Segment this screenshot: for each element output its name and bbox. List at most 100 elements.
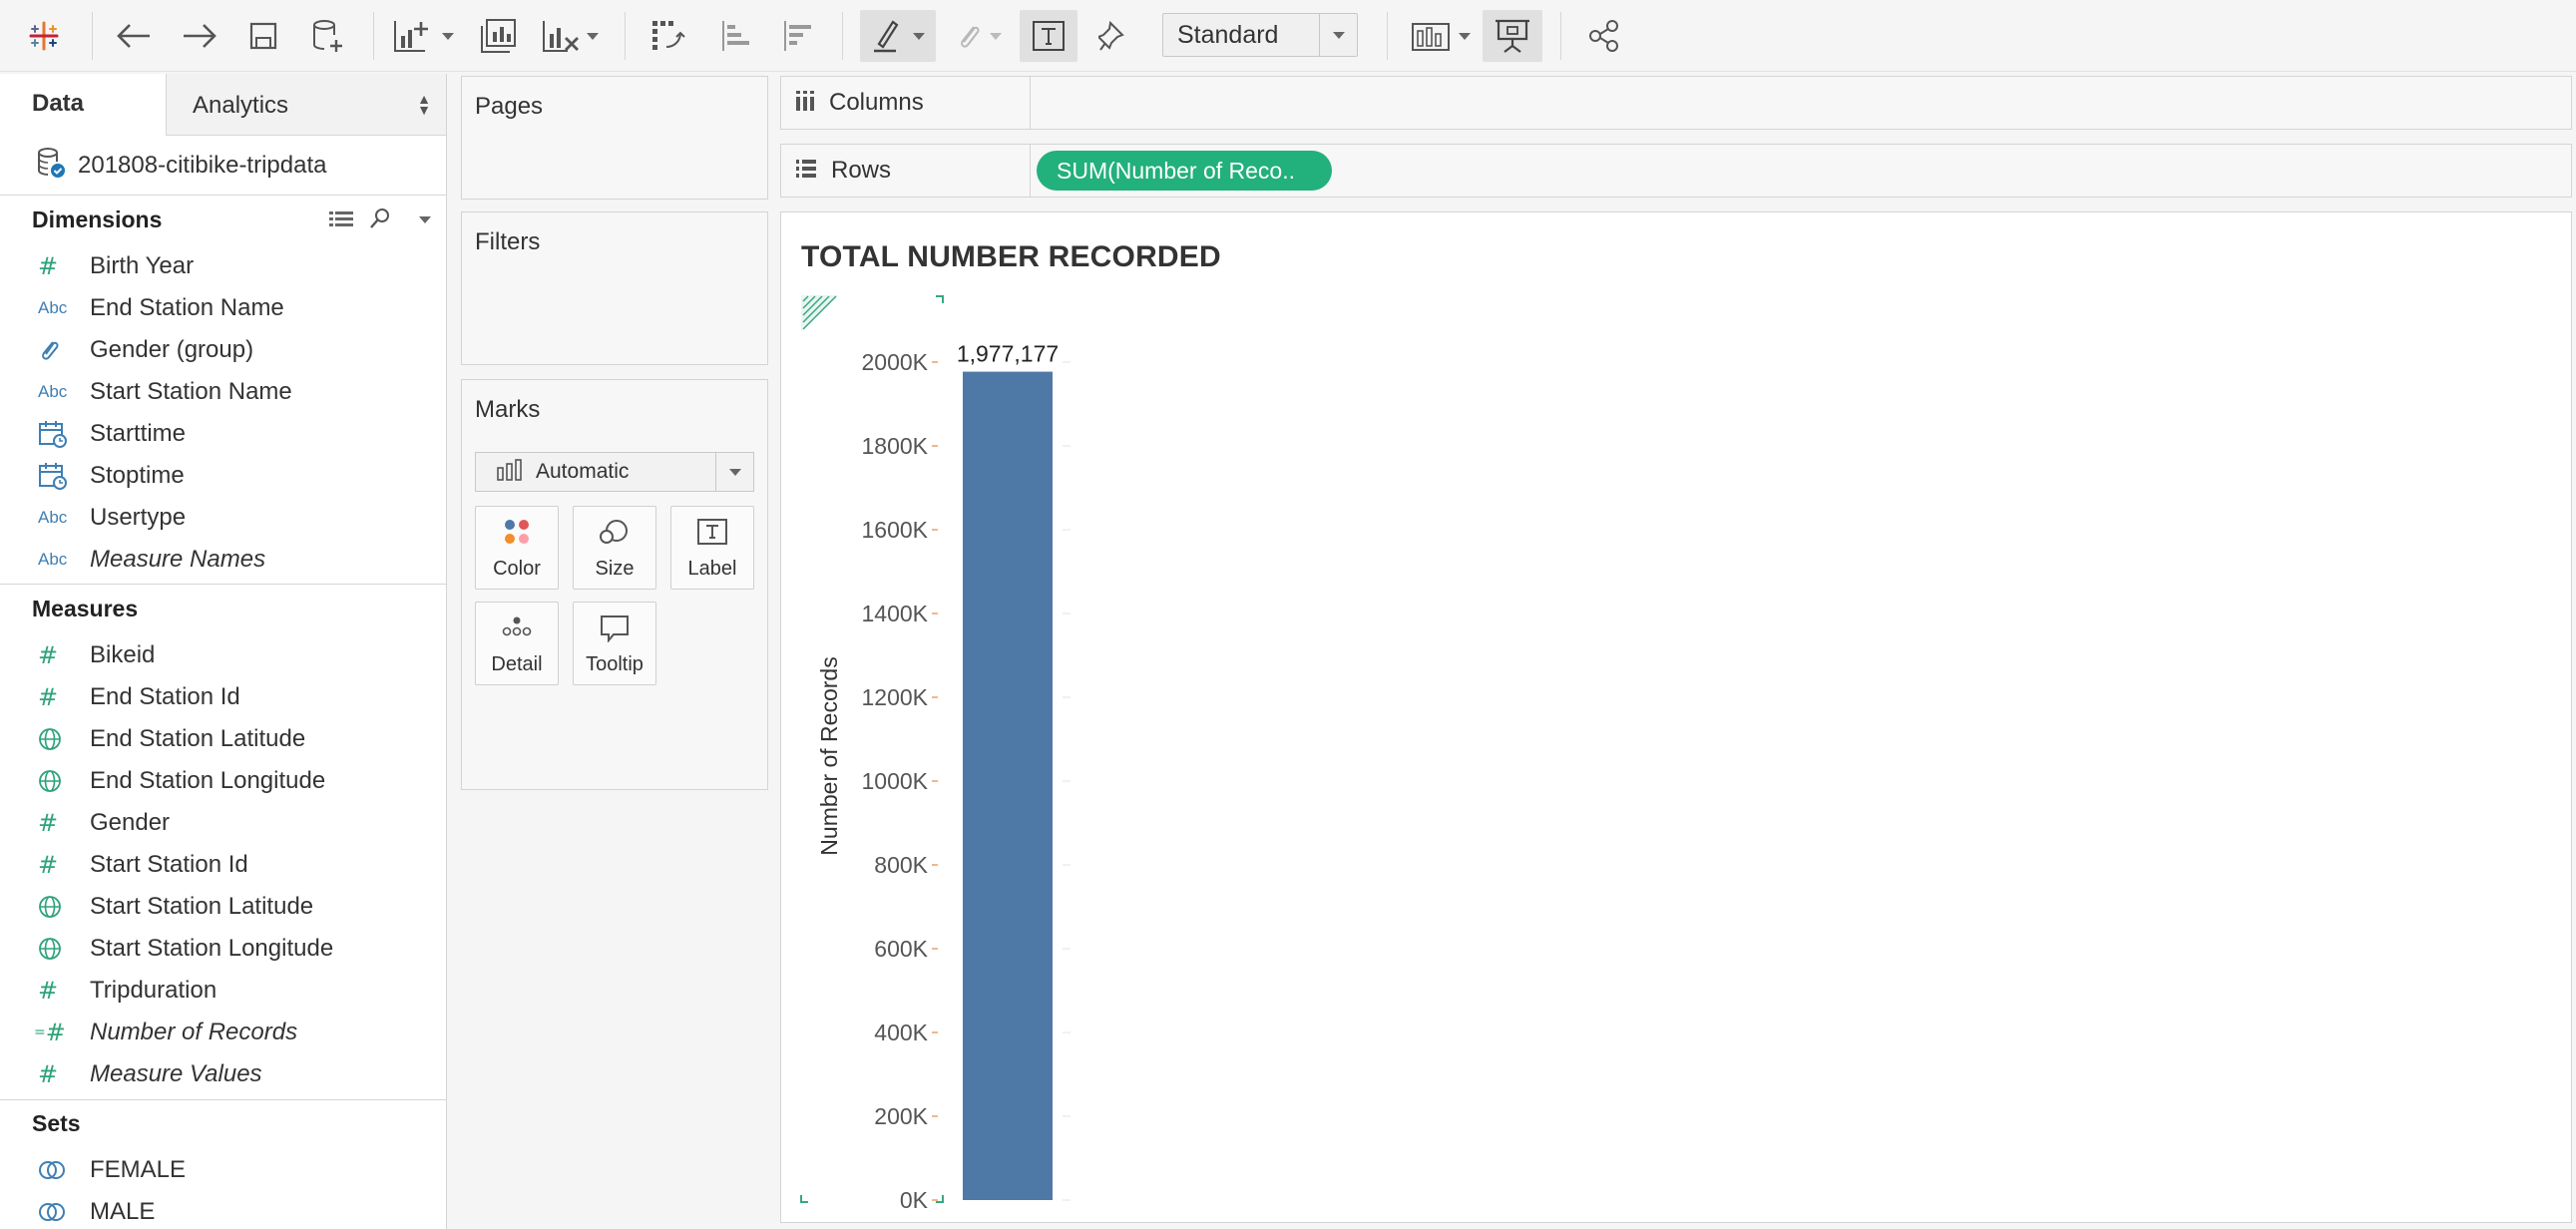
field-number-of-records[interactable]: = # Number of Records [0,1012,446,1053]
field-end-station-id[interactable]: # End Station Id [0,676,446,718]
field-label: Usertype [90,504,187,531]
number-type-icon: # [38,1060,59,1088]
tab-data[interactable]: Data [0,74,166,136]
field-gender[interactable]: # Gender [0,802,446,844]
bar-chart: Number of Records 0K 200K 400K 600K 800K 1000… [800,295,1071,1213]
rows-shelf-title: Rows [831,157,892,184]
field-end-station-latitude[interactable]: End Station Latitude [0,718,446,760]
datasource-row[interactable]: 201808-citibike-tripdata [0,136,446,196]
view-mode-value: Standard [1177,20,1279,49]
size-button[interactable]: Size [573,506,656,590]
tableau-logo-icon[interactable] [22,10,66,62]
view-as-list-icon[interactable] [329,209,353,234]
rows-shelf[interactable]: Rows SUM(Number of Reco.. [780,144,2572,198]
y-tick-label: 1000K [861,768,928,794]
redo-icon[interactable] [178,10,221,62]
field-set-male[interactable]: MALE [0,1191,446,1229]
field-label: Gender (group) [90,336,254,363]
string-type-icon: Abc [38,298,68,317]
highlight-icon[interactable] [860,10,936,62]
save-icon[interactable] [243,10,283,62]
field-measure-values[interactable]: # Measure Values [0,1053,446,1095]
number-type-icon: # [38,977,59,1005]
label-button-label: Label [687,558,737,580]
field-end-station-longitude[interactable]: End Station Longitude [0,760,446,802]
field-label: End Station Name [90,294,284,321]
field-start-station-latitude[interactable]: Start Station Latitude [0,886,446,928]
string-type-icon: Abc [38,508,68,527]
pages-card-title: Pages [475,93,544,120]
field-end-station-name[interactable]: Abc End Station Name [0,287,446,329]
number-type-icon: # [38,851,59,879]
share-icon[interactable] [1582,10,1626,62]
pages-card[interactable]: Pages [461,76,768,200]
field-start-station-name[interactable]: Abc Start Station Name [0,371,446,413]
y-tick-label: 1200K [861,684,928,710]
tooltip-button-label: Tooltip [586,653,644,675]
sort-descending-icon[interactable] [776,10,820,62]
globe-icon [38,937,72,961]
chevron-down-icon[interactable] [1319,14,1357,56]
y-axis-title: Number of Records [816,656,842,855]
tab-analytics-label: Analytics [193,92,289,119]
filters-card[interactable]: Filters [461,211,768,365]
fix-axes-icon[interactable] [1091,10,1135,62]
y-tick-label: 1800K [861,433,928,459]
datetime-type-icon [38,420,72,448]
swap-rows-columns-icon[interactable] [646,10,690,62]
field-label: End Station Id [90,683,240,710]
chevron-down-icon[interactable] [419,216,431,223]
number-type-icon: # [38,809,59,837]
rows-pill-number-of-records[interactable]: SUM(Number of Reco.. [1037,151,1332,191]
duplicate-sheet-icon[interactable] [477,10,521,62]
field-stoptime[interactable]: Stoptime [0,455,446,497]
bars: 1,977,177 [957,341,1059,1200]
string-type-icon: Abc [38,550,68,569]
y-tick-label: 0K [900,1187,929,1213]
field-label: End Station Latitude [90,725,306,752]
bar[interactable] [963,371,1053,1200]
field-birth-year[interactable]: # Birth Year [0,245,446,287]
field-tripduration[interactable]: # Tripduration [0,970,446,1012]
field-label: Birth Year [90,252,195,279]
chevron-down-icon[interactable] [715,453,753,491]
field-starttime[interactable]: Starttime [0,413,446,455]
show-mark-labels-icon[interactable] [1020,10,1077,62]
viz-canvas: TOTAL NUMBER RECORDED Number of Records … [780,211,2572,1223]
tooltip-icon [574,614,655,642]
group-members-icon[interactable] [948,10,1008,62]
columns-shelf-title: Columns [829,89,924,116]
field-label: Start Station Latitude [90,893,314,920]
field-set-female[interactable]: FEMALE [0,1149,446,1191]
undo-icon[interactable] [112,10,156,62]
tab-analytics[interactable]: Analytics ▲ ▼ [166,74,446,136]
field-start-station-longitude[interactable]: Start Station Longitude [0,928,446,970]
detail-button[interactable]: Detail [475,602,559,685]
search-icon[interactable] [369,207,391,234]
view-mode-dropdown[interactable]: Standard [1162,13,1358,57]
label-button[interactable]: Label [670,506,754,590]
show-me-icon[interactable] [1405,10,1477,62]
presentation-mode-icon[interactable] [1483,10,1542,62]
sets-header-label: Sets [32,1109,81,1136]
color-button[interactable]: Color [475,506,559,590]
field-bikeid[interactable]: # Bikeid [0,634,446,676]
mark-type-dropdown[interactable]: Automatic [475,452,754,492]
field-measure-names[interactable]: Abc Measure Names [0,539,446,581]
datetime-type-icon [38,462,72,490]
size-button-label: Size [595,558,635,580]
sort-ascending-icon[interactable] [714,10,758,62]
field-label: Tripduration [90,977,217,1004]
new-worksheet-icon[interactable] [391,10,455,62]
field-label: Stoptime [90,462,185,489]
clear-sheet-icon[interactable] [537,10,603,62]
tooltip-button[interactable]: Tooltip [573,602,656,685]
globe-icon [38,727,72,751]
field-usertype[interactable]: Abc Usertype [0,497,446,539]
add-datasource-icon[interactable] [307,10,347,62]
columns-shelf[interactable]: Columns [780,76,2572,130]
field-gender-group[interactable]: Gender (group) [0,329,446,371]
field-start-station-id[interactable]: # Start Station Id [0,844,446,886]
sort-arrows-icon: ▲ ▼ [417,91,431,118]
dimensions-header: Dimensions [0,200,446,239]
